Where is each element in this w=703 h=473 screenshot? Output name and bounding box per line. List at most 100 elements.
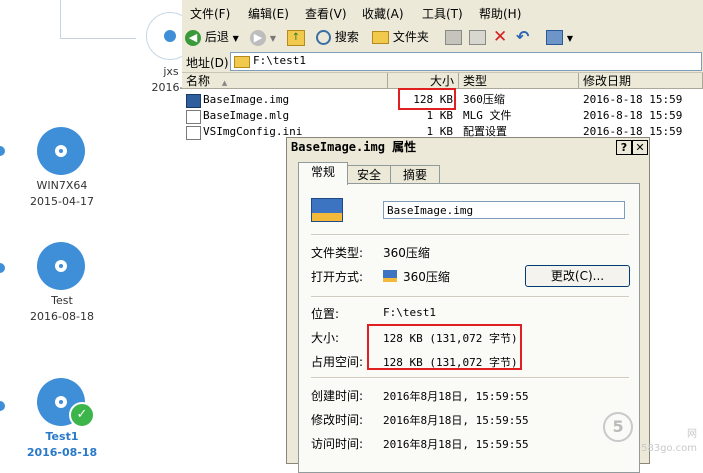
tab-security[interactable]: 安全 (346, 165, 392, 184)
watermark: 5 网 583go.com (603, 412, 697, 456)
divider (311, 234, 629, 236)
menu-favorites[interactable]: 收藏(A) (362, 5, 404, 22)
views-button[interactable]: ▼ (546, 27, 573, 47)
created-value: 2016年8月18日, 15:59:55 (383, 390, 529, 403)
accessed-value: 2016年8月18日, 15:59:55 (383, 438, 529, 451)
menu-tools[interactable]: 工具(T) (422, 5, 463, 22)
menu-bar: 文件(F) 编辑(E) 查看(V) 收藏(A) 工具(T) 帮助(H) (182, 0, 703, 25)
filename-field[interactable] (383, 201, 625, 219)
column-header-size[interactable]: 大小 (388, 73, 459, 89)
close-button[interactable]: ✕ (632, 140, 648, 155)
file-row[interactable]: BaseImage.mlg 1 KB MLG 文件 2016-8-18 15:5… (182, 108, 703, 124)
tree-connector (60, 0, 61, 38)
move-to-button[interactable] (445, 27, 462, 47)
created-label: 创建时间: (311, 389, 364, 403)
divider (311, 296, 629, 298)
copy-to-button[interactable] (469, 27, 486, 47)
file-name: BaseImage.mlg (203, 109, 290, 122)
copy-to-icon (469, 30, 486, 45)
column-header-type[interactable]: 类型 (459, 73, 579, 89)
menu-file[interactable]: 文件(F) (190, 5, 230, 22)
folder-up-icon: ↑ (287, 29, 305, 46)
location-value: F:\test1 (383, 306, 436, 319)
menu-edit[interactable]: 编辑(E) (248, 5, 289, 22)
disk-date-win7x64: 2015-04-17 (30, 195, 94, 208)
disk-date-test1: 2016-08-18 (26, 446, 98, 459)
watermark-brand: 网 (687, 429, 697, 440)
address-value: F:\test1 (253, 54, 306, 67)
toolbar: ◀ 后退 ▼ ▶ ▼ ↑ 搜索 文件夹 ✕ ↶ ▼ (182, 24, 703, 51)
menu-help[interactable]: 帮助(H) (479, 5, 521, 22)
vm-image-list: jxs 2016-0 WIN7X64 2015-04-17 Test 2016-… (0, 0, 194, 464)
open-with-label: 打开方式: (311, 270, 364, 284)
folder-icon (234, 56, 250, 68)
file-type: 360压缩 (463, 93, 505, 106)
properties-dialog: BaseImage.img 属性 ? ✕ 常规 安全 摘要 文件类型: 360压… (286, 137, 650, 473)
file-type-value: 360压缩 (383, 246, 430, 260)
disk-icon-test[interactable] (37, 242, 85, 290)
chevron-down-icon: ▼ (269, 34, 276, 43)
search-label: 搜索 (334, 30, 359, 44)
folders-button[interactable]: 文件夹 (372, 27, 429, 47)
change-button[interactable]: 更改(C)... (525, 265, 630, 287)
tab-summary[interactable]: 摘要 (390, 165, 440, 184)
open-with-value: 360压缩 (403, 270, 450, 284)
delete-button[interactable]: ✕ (493, 27, 507, 47)
file-modified: 2016-8-18 15:59 (583, 93, 683, 106)
edge-disk-indicator (0, 401, 5, 411)
back-label: 后退 (204, 30, 229, 44)
dialog-title: BaseImage.img 属性 (287, 138, 649, 156)
accessed-label: 访问时间: (311, 437, 364, 451)
move-to-icon (445, 30, 462, 45)
file-name: BaseImage.img (203, 93, 290, 106)
watermark-logo-icon: 5 (603, 412, 634, 442)
column-type-label: 类型 (463, 74, 488, 88)
divider (311, 377, 629, 379)
file-size: 1 KB (426, 109, 454, 122)
folders-label: 文件夹 (392, 30, 429, 44)
file-type: MLG 文件 (463, 109, 512, 122)
modified-label: 修改时间: (311, 413, 364, 427)
disk-icon-win7x64[interactable] (37, 127, 85, 175)
highlight-box (367, 324, 522, 370)
chevron-down-icon: ▼ (566, 34, 573, 43)
file-type-label: 文件类型: (311, 246, 364, 260)
archive-icon (186, 94, 201, 108)
sort-up-icon: ▲ (221, 79, 228, 87)
size-label: 大小: (311, 331, 340, 345)
folder-icon (372, 31, 389, 44)
disk-label-win7x64: WIN7X64 (36, 179, 88, 192)
column-header-name[interactable]: 名称 ▲ (182, 73, 388, 89)
search-button[interactable]: 搜索 (316, 27, 359, 47)
column-size-label: 大小 (429, 74, 454, 88)
back-button[interactable]: ◀ 后退 ▼ (185, 27, 239, 47)
modified-value: 2016年8月18日, 15:59:55 (383, 414, 529, 427)
undo-button[interactable]: ↶ (516, 27, 529, 47)
delete-x-icon: ✕ (493, 27, 508, 47)
disk-label-test1: Test1 (45, 430, 79, 443)
file-modified: 2016-8-18 15:59 (583, 109, 683, 122)
address-input[interactable]: F:\test1 (230, 52, 702, 71)
column-name-label: 名称 (186, 74, 211, 88)
address-bar: 地址(D) F:\test1 (182, 50, 703, 73)
help-button[interactable]: ? (616, 140, 632, 155)
up-folder-button[interactable]: ↑ (287, 27, 305, 47)
highlight-box (398, 88, 456, 110)
column-modified-label: 修改日期 (583, 74, 632, 88)
forward-arrow-icon: ▶ (250, 29, 266, 46)
location-label: 位置: (311, 307, 340, 321)
tab-general[interactable]: 常规 (298, 162, 348, 185)
column-header-modified[interactable]: 修改日期 (579, 73, 703, 89)
forward-button[interactable]: ▶ ▼ (250, 27, 276, 47)
address-label: 地址(D) (186, 56, 229, 70)
disk-size-label: 占用空间: (311, 355, 364, 369)
watermark-site: 583go.com (641, 443, 697, 454)
menu-view[interactable]: 查看(V) (305, 5, 347, 22)
edge-disk-indicator (0, 146, 5, 156)
selected-check-icon: ✓ (69, 402, 95, 428)
archive-icon (311, 198, 343, 222)
search-icon (316, 30, 331, 45)
tree-connector (60, 38, 136, 39)
disk-date-test: 2016-08-18 (30, 310, 94, 323)
settings-file-icon (186, 126, 201, 140)
